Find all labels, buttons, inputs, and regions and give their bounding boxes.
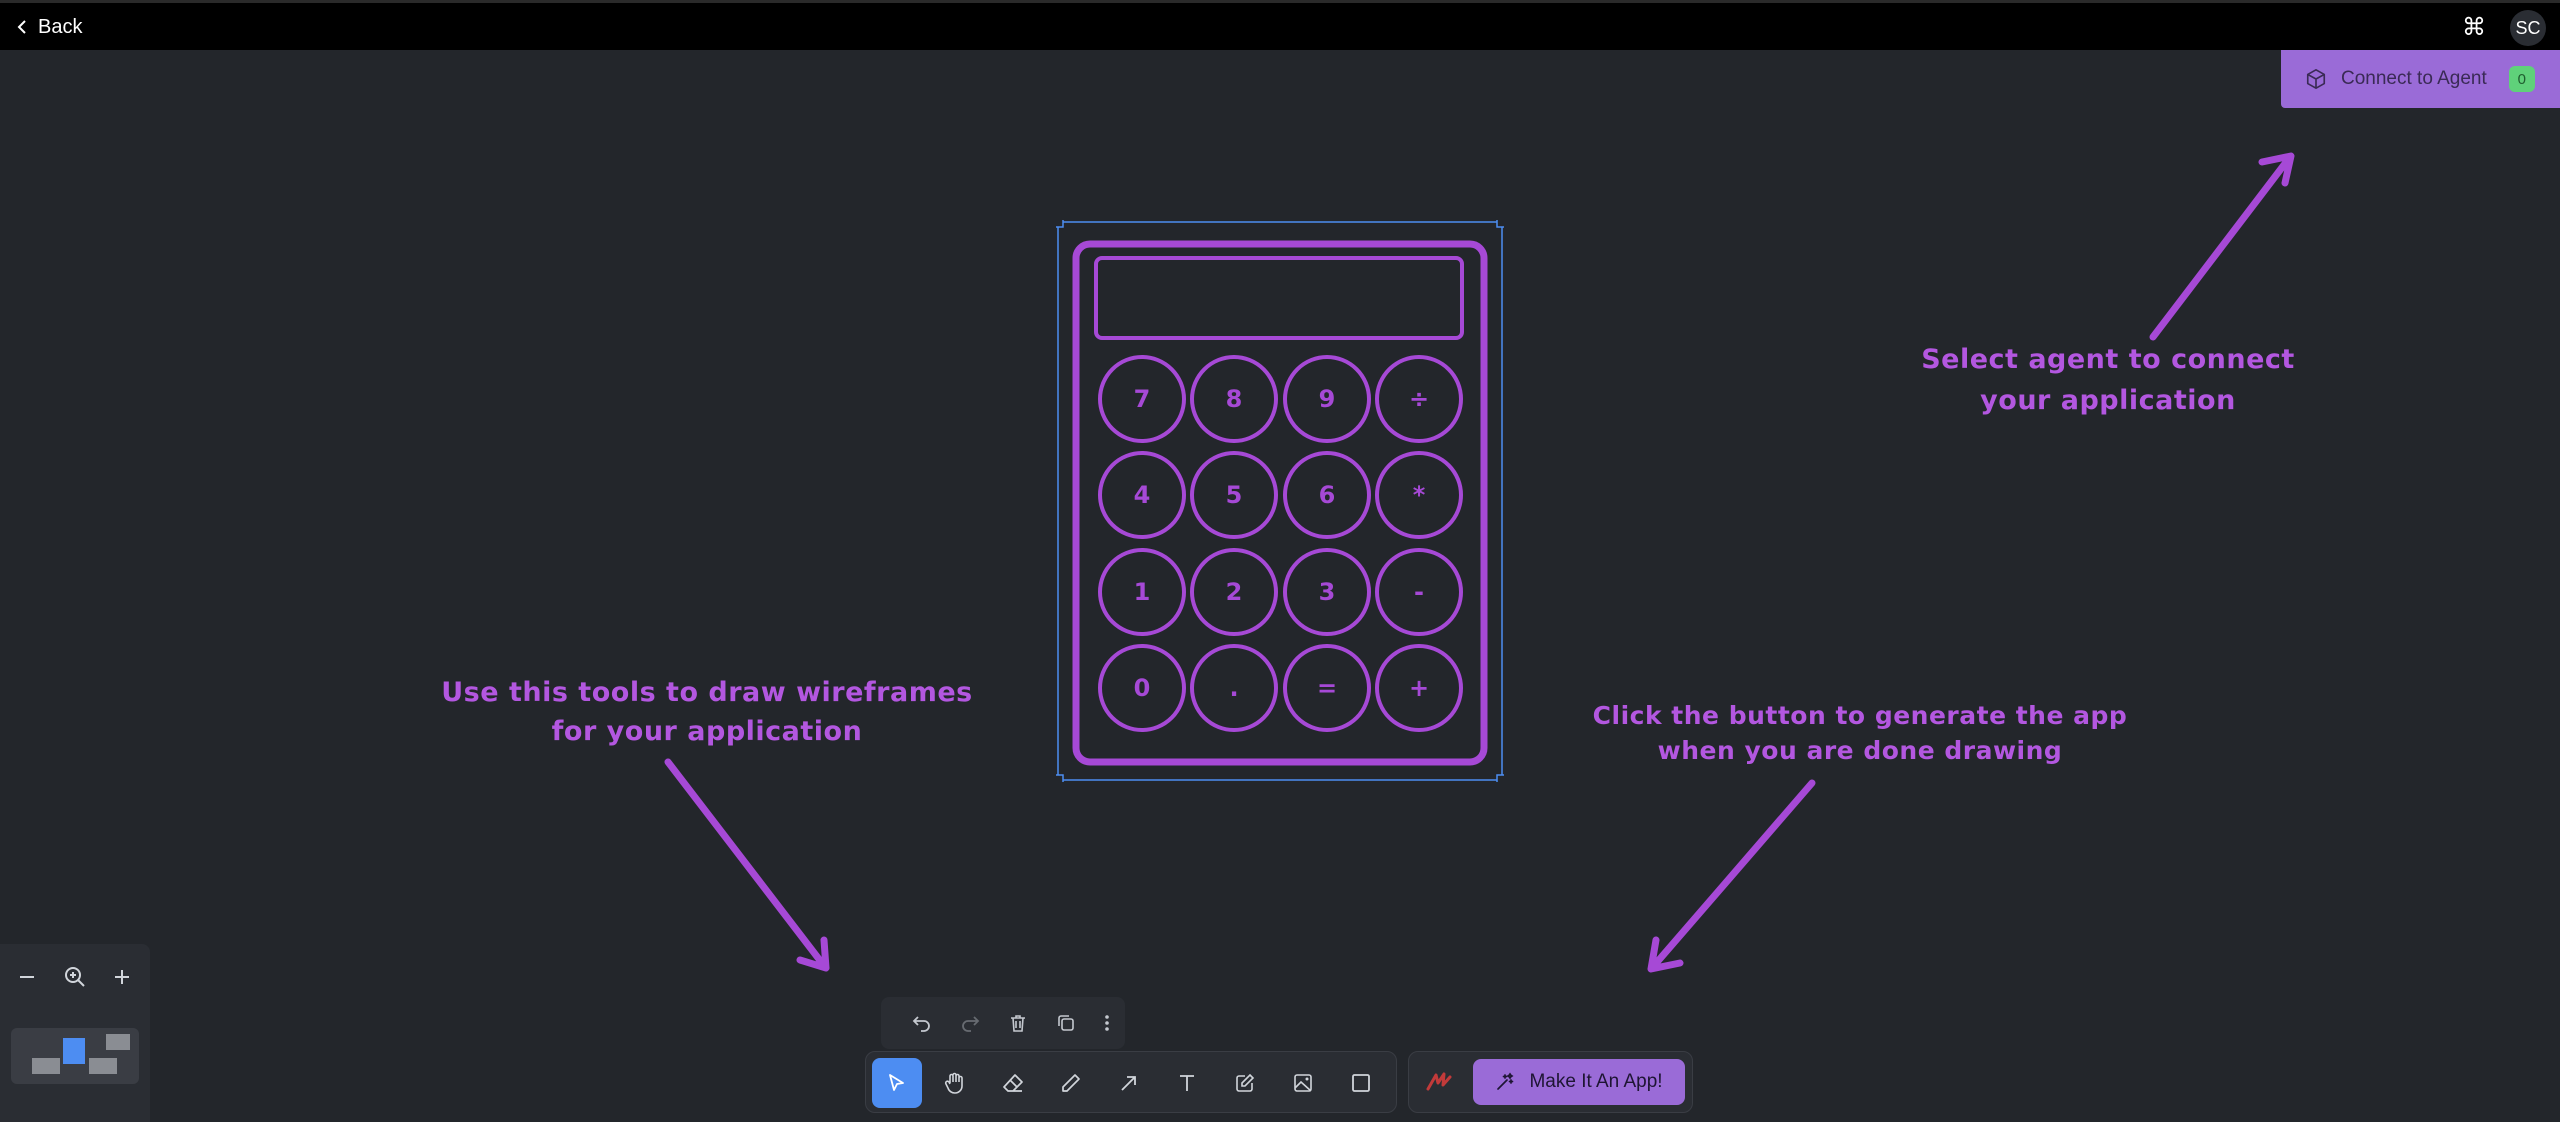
minimap-shape <box>106 1034 130 1050</box>
annotation-draw-tools: Use this tools to draw wireframes for yo… <box>422 673 992 751</box>
tool-toolbar <box>865 1051 1397 1113</box>
make-it-an-app-label: Make It An App! <box>1529 1071 1663 1092</box>
cube-icon <box>2306 69 2326 89</box>
calculator-key-label: + <box>1409 674 1429 702</box>
arrow-to-make-app <box>1647 779 1816 973</box>
redo-icon <box>962 1016 980 1032</box>
calculator-key-label: 0 <box>1134 674 1151 702</box>
selection-handle <box>1056 220 1064 228</box>
rectangle-icon <box>1352 1074 1370 1092</box>
connect-to-agent-button[interactable]: Connect to Agent 0 <box>2281 50 2560 108</box>
annotation-text: Click the button to generate the app <box>1592 701 2128 730</box>
calculator-key-label: 8 <box>1226 385 1243 413</box>
annotation-text: Use this tools to draw wireframes <box>441 677 973 708</box>
cursor-icon <box>889 1074 904 1091</box>
calculator-key-label: 6 <box>1319 481 1336 509</box>
note-icon <box>1236 1073 1255 1092</box>
image-icon <box>1294 1074 1312 1092</box>
back-label: Back <box>38 15 83 38</box>
redo-button[interactable] <box>953 1006 987 1040</box>
undo-icon <box>912 1016 930 1032</box>
calculator-key-label: 2 <box>1226 578 1243 606</box>
calculator-key-label: = <box>1317 674 1337 702</box>
calculator-wireframe[interactable]: 7 8 9 ÷ 4 5 6 * 1 2 3 - 0. = + <box>1056 220 1504 782</box>
selection-handle <box>1496 220 1504 228</box>
text-tool-button[interactable] <box>1162 1058 1212 1108</box>
annotation-select-agent: Select agent to connect your application <box>1878 340 2338 421</box>
duplicate-icon <box>1058 1015 1074 1031</box>
arrow-icon <box>1121 1076 1136 1091</box>
zoom-in-button[interactable] <box>105 960 139 994</box>
annotation-text: when you are done drawing <box>1657 736 2063 765</box>
history-toolbar <box>881 997 1125 1049</box>
agent-count-badge: 0 <box>2508 66 2535 92</box>
eraser-tool-button[interactable] <box>988 1058 1038 1108</box>
command-icon[interactable]: ⌘ <box>2460 13 2488 41</box>
plus-icon <box>115 970 129 984</box>
avatar[interactable]: SC <box>2510 10 2546 46</box>
zoom-icon <box>65 967 85 987</box>
chevron-left-icon <box>17 20 26 34</box>
select-tool-button[interactable] <box>872 1058 922 1108</box>
hand-icon <box>944 1072 963 1094</box>
annotation-generate: Click the button to generate the app whe… <box>1570 698 2150 768</box>
minimap-viewport <box>63 1038 85 1064</box>
zoom-out-button[interactable] <box>10 960 44 994</box>
minimap[interactable] <box>11 1028 139 1084</box>
arrow-to-tools <box>664 758 830 972</box>
more-button[interactable] <box>1090 1006 1124 1040</box>
calculator-key-label: ÷ <box>1409 385 1429 413</box>
more-icon <box>1105 1015 1109 1031</box>
arrow-to-agent <box>2149 152 2295 341</box>
calculator-key-label: 4 <box>1134 481 1151 509</box>
annotation-text: for your application <box>551 716 863 748</box>
eraser-icon <box>1003 1074 1023 1092</box>
pencil-icon <box>1062 1074 1080 1092</box>
annotation-text: your application <box>1980 384 2236 416</box>
action-toolbar: Make It An App! <box>1408 1051 1693 1113</box>
minimap-shape <box>89 1058 117 1074</box>
calculator-key-label: - <box>1414 578 1424 606</box>
scribble-icon[interactable] <box>1423 1066 1455 1098</box>
minus-icon <box>20 976 34 978</box>
arrow-tool-button[interactable] <box>1104 1058 1154 1108</box>
calculator-key-label: 5 <box>1226 481 1243 509</box>
back-button[interactable]: Back <box>16 12 82 42</box>
duplicate-button[interactable] <box>1049 1006 1083 1040</box>
make-it-an-app-button[interactable]: Make It An App! <box>1473 1059 1685 1105</box>
zoom-panel <box>0 944 150 1122</box>
calculator-key-label: 3 <box>1319 578 1336 606</box>
hand-tool-button[interactable] <box>930 1058 980 1108</box>
text-icon <box>1180 1075 1194 1091</box>
minimap-shape <box>32 1058 60 1074</box>
annotation-text: Select agent to connect <box>1921 344 2295 375</box>
calculator-key-label: . <box>1229 674 1238 702</box>
calculator-display <box>1094 256 1464 340</box>
zoom-fit-button[interactable] <box>58 960 92 994</box>
pencil-tool-button[interactable] <box>1046 1058 1096 1108</box>
calculator-key-label: * <box>1413 481 1426 509</box>
rectangle-tool-button[interactable] <box>1336 1058 1386 1108</box>
selection-handle <box>1496 774 1504 782</box>
undo-button[interactable] <box>905 1006 939 1040</box>
delete-button[interactable] <box>1001 1006 1035 1040</box>
calculator-keys: 7 8 9 ÷ 4 5 6 * 1 2 3 - 0. = + <box>1098 355 1463 732</box>
calculator-key-label: 1 <box>1134 578 1151 606</box>
calculator-key-label: 7 <box>1134 385 1151 413</box>
image-tool-button[interactable] <box>1278 1058 1328 1108</box>
sparkle-wand-icon <box>1497 1072 1514 1090</box>
connect-to-agent-label: Connect to Agent <box>2341 68 2487 89</box>
selection-handle <box>1056 774 1064 782</box>
top-bar: Back ⌘ SC <box>0 0 2560 50</box>
note-tool-button[interactable] <box>1220 1058 1270 1108</box>
calculator-key-label: 9 <box>1319 385 1336 413</box>
selection-box <box>1057 221 1503 781</box>
trash-icon <box>1011 1015 1025 1032</box>
